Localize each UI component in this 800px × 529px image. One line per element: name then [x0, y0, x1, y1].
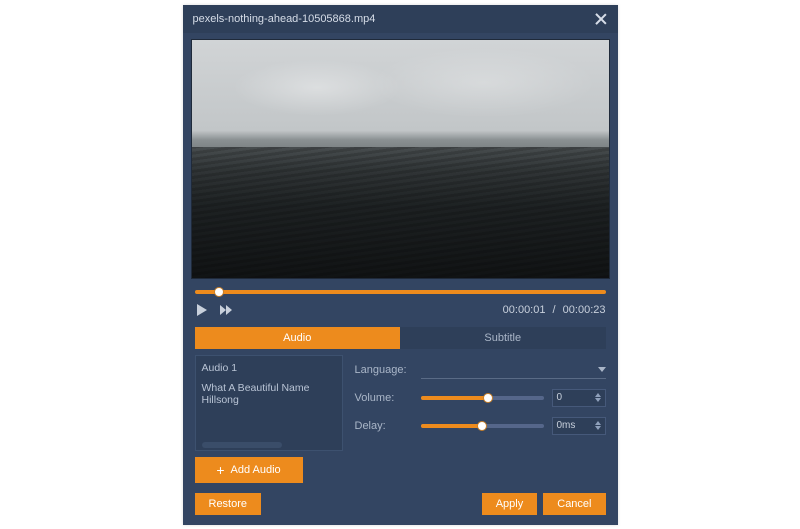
file-name: pexels-nothing-ahead-10505868.mp4	[193, 13, 376, 25]
chevron-down-icon[interactable]	[595, 398, 601, 402]
chevron-down-icon	[598, 367, 606, 372]
stepper-arrows	[595, 421, 601, 430]
volume-thumb[interactable]	[483, 393, 493, 403]
volume-stepper[interactable]: 0	[552, 389, 606, 407]
language-select[interactable]	[421, 361, 606, 379]
add-audio-button[interactable]: + Add Audio	[195, 457, 303, 483]
stepper-arrows	[595, 393, 601, 402]
restore-button[interactable]: Restore	[195, 493, 262, 515]
volume-label: Volume:	[355, 392, 413, 404]
volume-value: 0	[557, 392, 563, 403]
playback-controls: 00:00:01 / 00:00:23	[183, 279, 618, 321]
delay-thumb[interactable]	[477, 421, 487, 431]
tab-subtitle-label: Subtitle	[484, 332, 521, 344]
list-item[interactable]: What A Beautiful Name Hillsong	[202, 382, 336, 406]
delay-row: Delay: 0ms	[355, 417, 606, 435]
time-display: 00:00:01 / 00:00:23	[503, 304, 606, 316]
language-row: Language:	[355, 361, 606, 379]
tab-subtitle[interactable]: Subtitle	[400, 327, 606, 349]
tab-audio[interactable]: Audio	[195, 327, 401, 349]
chevron-up-icon[interactable]	[595, 393, 601, 397]
restore-label: Restore	[209, 498, 248, 510]
language-label: Language:	[355, 364, 413, 376]
delay-value: 0ms	[557, 420, 576, 431]
close-icon[interactable]	[594, 12, 608, 26]
audio-panel: Audio 1 What A Beautiful Name Hillsong L…	[195, 355, 606, 451]
seek-track	[195, 290, 606, 294]
audio-track-list[interactable]: Audio 1 What A Beautiful Name Hillsong	[195, 355, 343, 451]
delay-slider[interactable]	[421, 423, 544, 429]
audio-editor-window: pexels-nothing-ahead-10505868.mp4	[183, 5, 618, 525]
horizontal-scrollbar[interactable]	[202, 442, 282, 448]
delay-stepper[interactable]: 0ms	[552, 417, 606, 435]
tab-bar: Audio Subtitle	[195, 327, 606, 349]
cancel-button[interactable]: Cancel	[543, 493, 605, 515]
seek-thumb[interactable]	[214, 287, 224, 297]
plus-icon: +	[216, 463, 224, 477]
audio-settings: Language: Volume: 0	[355, 355, 606, 451]
delay-label: Delay:	[355, 420, 413, 432]
time-separator: /	[553, 304, 556, 316]
footer: Restore Apply Cancel	[183, 483, 618, 525]
volume-slider[interactable]	[421, 395, 544, 401]
titlebar: pexels-nothing-ahead-10505868.mp4	[183, 5, 618, 33]
apply-button[interactable]: Apply	[482, 493, 538, 515]
add-audio-label: Add Audio	[231, 464, 281, 476]
volume-fill	[421, 396, 489, 400]
chevron-down-icon[interactable]	[595, 426, 601, 430]
apply-label: Apply	[496, 498, 524, 510]
delay-fill	[421, 424, 483, 428]
cancel-label: Cancel	[557, 498, 591, 510]
video-preview[interactable]	[191, 39, 610, 279]
volume-row: Volume: 0	[355, 389, 606, 407]
chevron-up-icon[interactable]	[595, 421, 601, 425]
duration: 00:00:23	[563, 304, 606, 316]
seek-bar[interactable]	[195, 285, 606, 299]
fast-forward-icon[interactable]	[219, 303, 233, 317]
current-time: 00:00:01	[503, 304, 546, 316]
play-icon[interactable]	[195, 303, 209, 317]
list-item[interactable]: Audio 1	[202, 362, 336, 374]
tab-audio-label: Audio	[283, 332, 311, 344]
